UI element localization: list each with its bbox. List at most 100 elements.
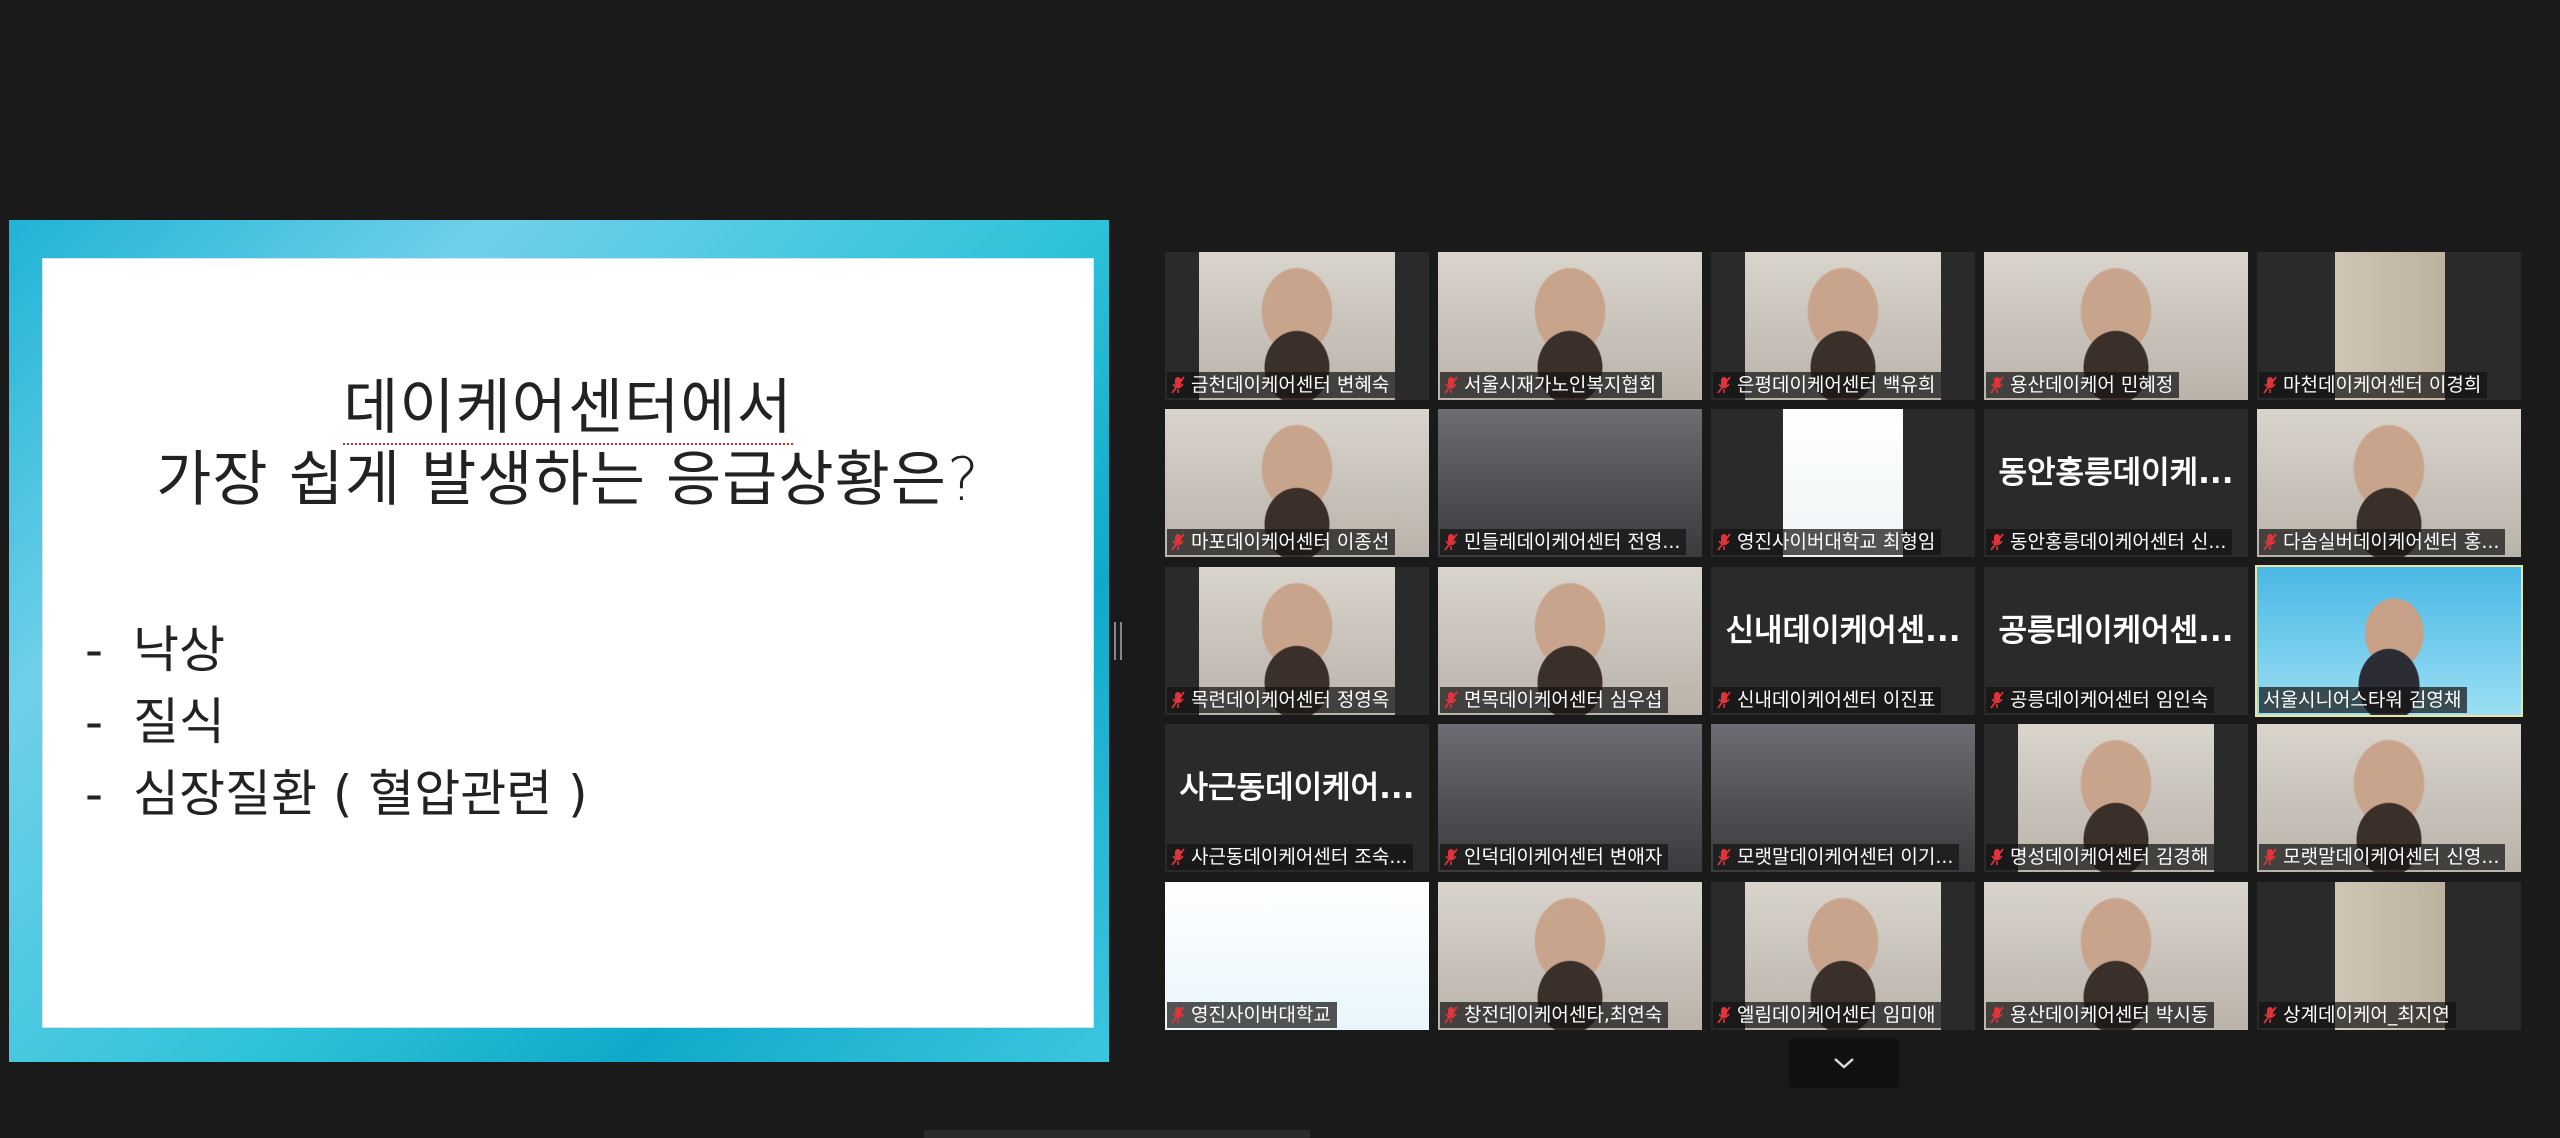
participant-name-label: 영진사이버대학교 최형임 (1713, 529, 1942, 555)
participant-name: 영진사이버대학교 (1191, 1004, 1331, 1026)
participant-name-label: 금천데이케어센터 변혜숙 (1167, 372, 1396, 398)
participant-name: 면목데이케어센터 심우섭 (1464, 689, 1663, 711)
muted-mic-icon (2263, 533, 2277, 551)
participant-tile[interactable]: 민들레데이케어센터 전영... (1438, 409, 1702, 557)
participant-name: 은평데이케어센터 백유희 (1737, 374, 1936, 396)
participant-name: 서울시니어스타워 김영채 (2263, 689, 2462, 711)
participant-tile[interactable]: 모랫말데이케어센터 이기... (1711, 724, 1975, 872)
slide-bullet: - 낙상 (85, 621, 225, 679)
muted-mic-icon (1171, 376, 1185, 394)
participant-tile[interactable]: 서울시니어스타워 김영채 (2255, 565, 2523, 717)
participant-tile[interactable]: 명성데이케어센터 김경해 (1984, 724, 2248, 872)
muted-mic-icon (2263, 1006, 2277, 1024)
participant-name: 인덕데이케어센터 변애자 (1464, 846, 1663, 868)
muted-mic-icon (1444, 848, 1458, 866)
participant-name-label: 민들레데이케어센터 전영... (1440, 529, 1687, 555)
participant-tile[interactable]: 동안홍릉데이케... 동안홍릉데이케어센터 신... (1984, 409, 2248, 557)
muted-mic-icon (1990, 691, 2004, 709)
participant-tile[interactable]: 마포데이케어센터 이종선 (1165, 409, 1429, 557)
participant-name-label: 용산데이케어센터 박시동 (1986, 1002, 2215, 1028)
participant-tile[interactable]: 용산데이케어센터 박시동 (1984, 882, 2248, 1030)
muted-mic-icon (1990, 1006, 2004, 1024)
next-page-button[interactable] (1789, 1038, 1899, 1088)
participant-name-label: 사근동데이케어센터 조숙... (1167, 844, 1414, 870)
participant-name-label: 영진사이버대학교 (1167, 1002, 1337, 1028)
participant-name-label: 목련데이케어센터 정영옥 (1167, 687, 1396, 713)
participant-name: 명성데이케어센터 김경해 (2010, 846, 2209, 868)
participant-name: 마천데이케어센터 이경희 (2283, 374, 2482, 396)
muted-mic-icon (1171, 848, 1185, 866)
participant-tile[interactable]: 은평데이케어센터 백유희 (1711, 252, 1975, 400)
slide-title-line2: 가장 쉽게 발생하는 응급상황은? (156, 445, 980, 515)
participant-tile[interactable]: 인덕데이케어센터 변애자 (1438, 724, 1702, 872)
participant-tile[interactable]: 영진사이버대학교 (1165, 882, 1429, 1030)
participant-name-label: 용산데이케어 민혜정 (1986, 372, 2180, 398)
muted-mic-icon (1171, 1006, 1185, 1024)
participant-name: 금천데이케어센터 변혜숙 (1191, 374, 1390, 396)
participant-display-name: 동안홍릉데이케... (1998, 454, 2234, 491)
horizontal-scrollbar[interactable] (924, 1130, 1310, 1138)
participant-name: 용산데이케어센터 박시동 (2010, 1004, 2209, 1026)
participant-name-label: 모랫말데이케어센터 신영... (2259, 844, 2506, 870)
slide-bullet: - 질식 (85, 693, 225, 751)
participant-name-label: 서울시니어스타워 김영채 (2259, 687, 2468, 713)
participant-name-label: 명성데이케어센터 김경해 (1986, 844, 2215, 870)
participant-name: 공릉데이케어센터 임인숙 (2010, 689, 2209, 711)
participant-name-label: 상계데이케어_최지연 (2259, 1002, 2456, 1028)
participant-name-label: 다솜실버데이케어센터 홍... (2259, 529, 2506, 555)
participant-name-label: 공릉데이케어센터 임인숙 (1986, 687, 2215, 713)
participant-name-label: 엘림데이케어센터 임미애 (1713, 1002, 1942, 1028)
participant-name-label: 신내데이케어센터 이진표 (1713, 687, 1942, 713)
participant-name-label: 동안홍릉데이케어센터 신... (1986, 529, 2233, 555)
participant-name: 민들레데이케어센터 전영... (1464, 531, 1681, 553)
muted-mic-icon (1717, 376, 1731, 394)
participant-name: 서울시재가노인복지협회 (1464, 374, 1657, 396)
participant-tile[interactable]: 모랫말데이케어센터 신영... (2257, 724, 2521, 872)
participant-name: 신내데이케어센터 이진표 (1737, 689, 1936, 711)
muted-mic-icon (1717, 848, 1731, 866)
participant-name: 모랫말데이케어센터 신영... (2283, 846, 2500, 868)
muted-mic-icon (1717, 691, 1731, 709)
participant-name-label: 마천데이케어센터 이경희 (2259, 372, 2488, 398)
participant-name: 다솜실버데이케어센터 홍... (2283, 531, 2500, 553)
participant-name: 영진사이버대학교 최형임 (1737, 531, 1936, 553)
participant-tile[interactable]: 사근동데이케어... 사근동데이케어센터 조숙... (1165, 724, 1429, 872)
participant-name: 창전데이케어센타,최연숙 (1464, 1004, 1663, 1026)
participant-name: 용산데이케어 민혜정 (2010, 374, 2174, 396)
muted-mic-icon (1990, 376, 2004, 394)
participant-tile[interactable]: 엘림데이케어센터 임미애 (1711, 882, 1975, 1030)
participant-tile[interactable]: 용산데이케어 민혜정 (1984, 252, 2248, 400)
participant-name-label: 은평데이케어센터 백유희 (1713, 372, 1942, 398)
participant-display-name: 사근동데이케어... (1179, 769, 1415, 806)
chevron-down-icon (1834, 1058, 1854, 1069)
muted-mic-icon (1444, 691, 1458, 709)
participant-name-label: 모랫말데이케어센터 이기... (1713, 844, 1960, 870)
participant-tile[interactable]: 영진사이버대학교 최형임 (1711, 409, 1975, 557)
participant-tile[interactable]: 면목데이케어센터 심우섭 (1438, 567, 1702, 715)
participant-tile[interactable]: 금천데이케어센터 변혜숙 (1165, 252, 1429, 400)
participant-name: 사근동데이케어센터 조숙... (1191, 846, 1408, 868)
muted-mic-icon (1717, 1006, 1731, 1024)
split-view-resize-handle[interactable] (1114, 622, 1122, 660)
participant-display-name: 신내데이케어센... (1725, 612, 1961, 649)
slide-bullet-list: - 낙상 - 질식 - 심장질환 ( 혈압관련 ) (85, 614, 588, 830)
participant-tile[interactable]: 창전데이케어센타,최연숙 (1438, 882, 1702, 1030)
muted-mic-icon (2263, 848, 2277, 866)
participant-tile[interactable]: 다솜실버데이케어센터 홍... (2257, 409, 2521, 557)
muted-mic-icon (1171, 691, 1185, 709)
muted-mic-icon (1990, 533, 2004, 551)
participant-name: 목련데이케어센터 정영옥 (1191, 689, 1390, 711)
participant-name-label: 면목데이케어센터 심우섭 (1440, 687, 1669, 713)
participant-tile[interactable]: 마천데이케어센터 이경희 (2257, 252, 2521, 400)
shared-screen: 데이케어센터에서 가장 쉽게 발생하는 응급상황은? - 낙상 - 질식 - 심장질환… (9, 220, 1109, 1062)
participant-tile[interactable]: 신내데이케어센... 신내데이케어센터 이진표 (1711, 567, 1975, 715)
participant-name: 마포데이케어센터 이종선 (1191, 531, 1390, 553)
muted-mic-icon (1171, 533, 1185, 551)
participant-tile[interactable]: 상계데이케어_최지연 (2257, 882, 2521, 1030)
participant-tile[interactable]: 서울시재가노인복지협회 (1438, 252, 1702, 400)
participant-tile[interactable]: 목련데이케어센터 정영옥 (1165, 567, 1429, 715)
participant-name-label: 인덕데이케어센터 변애자 (1440, 844, 1669, 870)
muted-mic-icon (1444, 376, 1458, 394)
participant-tile[interactable]: 공릉데이케어센... 공릉데이케어센터 임인숙 (1984, 567, 2248, 715)
slide-bullet: - 심장질환 ( 혈압관련 ) (85, 765, 588, 823)
